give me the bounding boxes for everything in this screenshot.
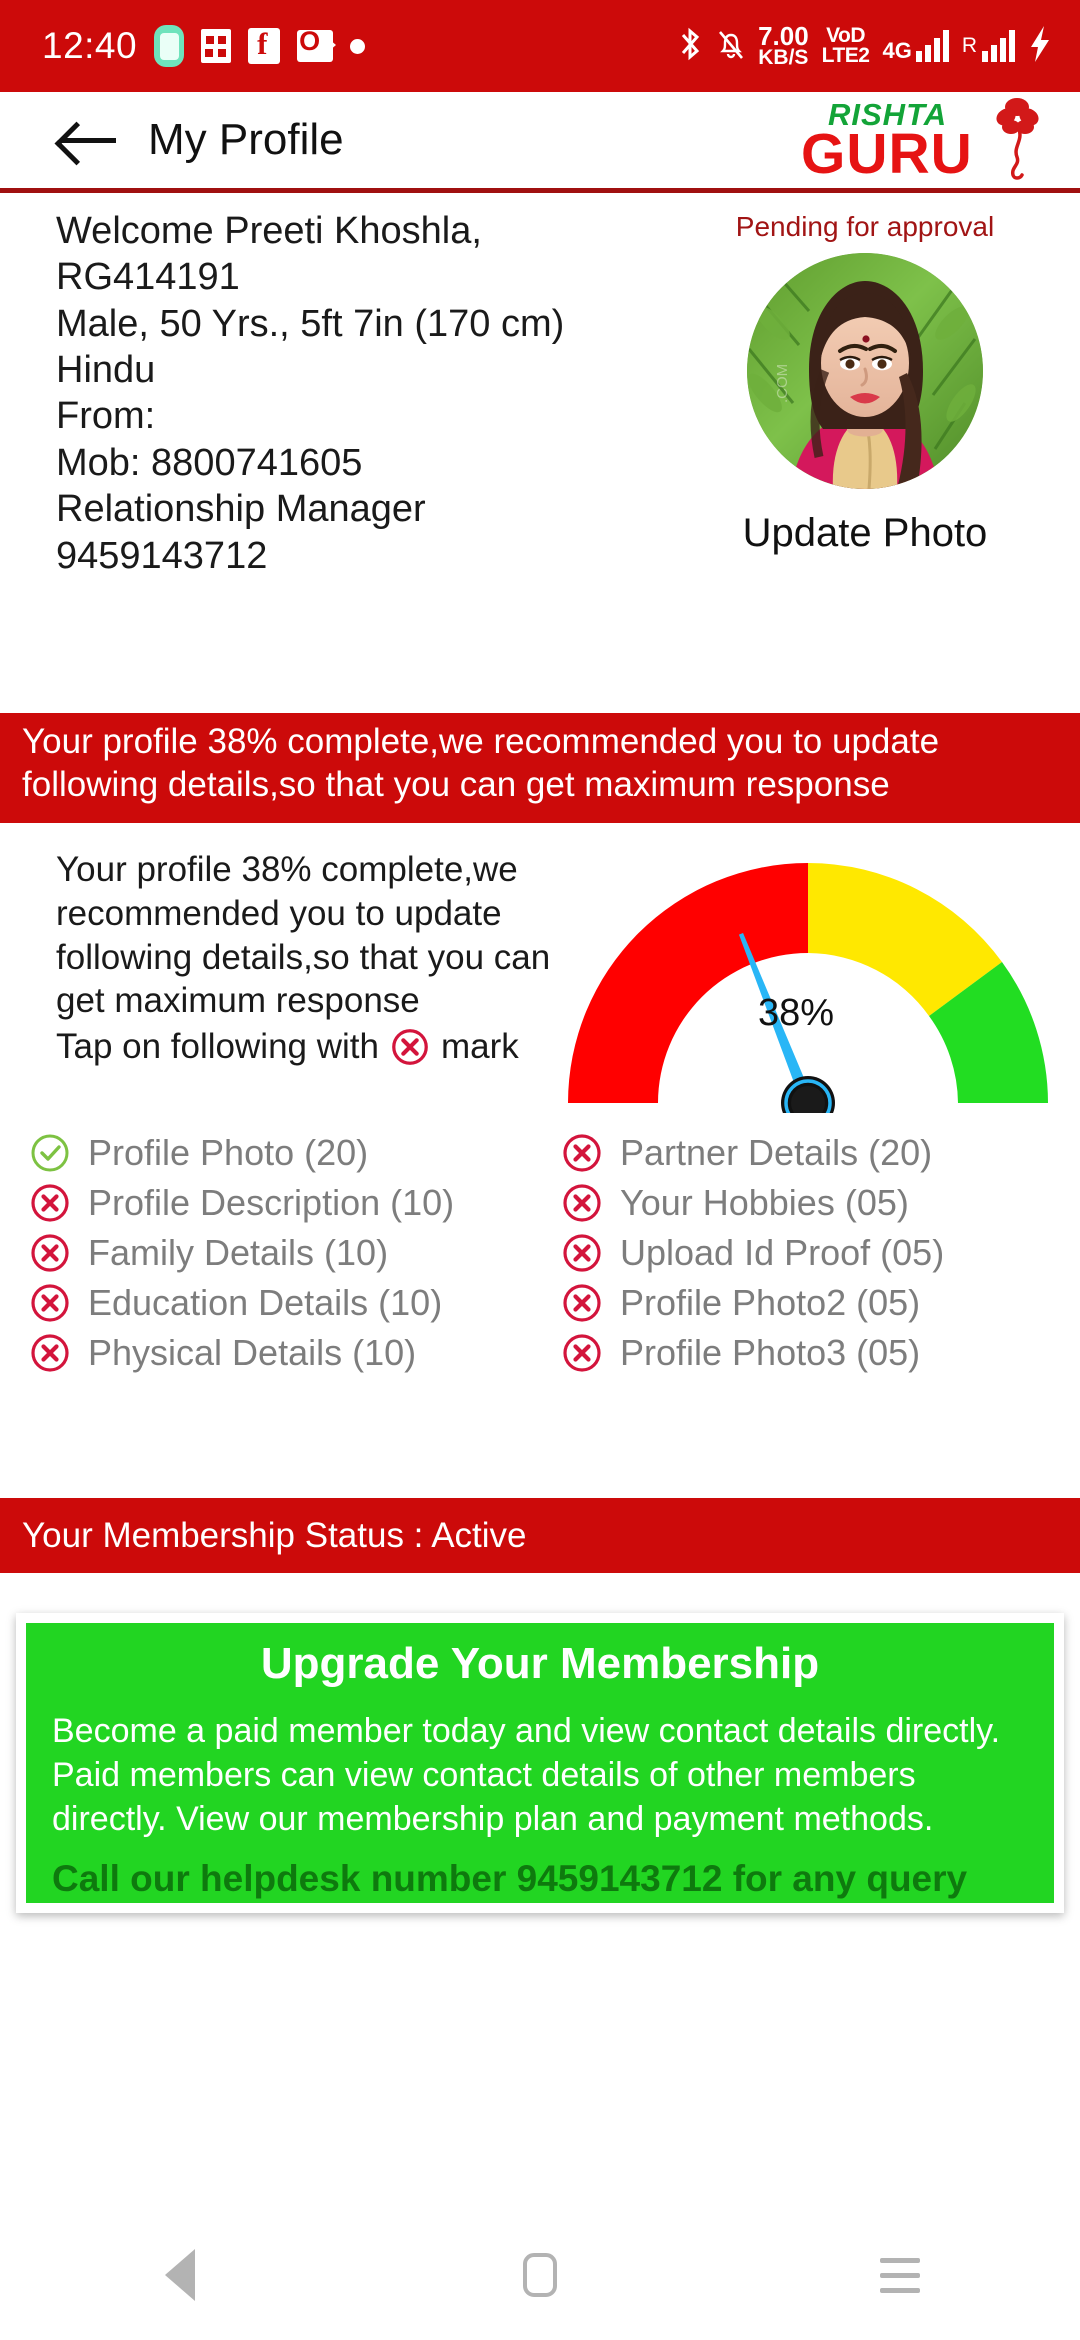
gauge-value-label: 38% <box>758 992 835 1034</box>
nav-recents-button[interactable] <box>820 2210 980 2340</box>
checklist-item-profile-photo3[interactable]: Profile Photo3 (05) <box>540 1328 1080 1378</box>
volte-icon: VoD LTE2 <box>821 24 870 67</box>
upgrade-card-helpdesk: Call our helpdesk number 9459143712 for … <box>52 1857 968 1899</box>
data-rate-indicator: 7.00 KB/S <box>758 20 809 70</box>
checklist-item-label: Profile Photo2 (05) <box>620 1282 921 1323</box>
roaming-signal-icon: R <box>962 30 1015 62</box>
banner-text: Your profile 38% complete,we recommended… <box>22 722 940 804</box>
profile-line-religion: Hindu <box>56 349 156 392</box>
checklist-item-profile-photo2[interactable]: Profile Photo2 (05) <box>540 1278 1080 1328</box>
profile-line-rm-number: 9459143712 <box>56 534 268 577</box>
status-bar-right: 7.00 KB/S VoD LTE2 4G R <box>676 20 1052 70</box>
logo-text-guru: GURU <box>801 122 973 186</box>
checklist-item-partner-details[interactable]: Partner Details (20) <box>540 1128 1080 1178</box>
checklist-item-physical-details[interactable]: Physical Details (10) <box>0 1328 540 1378</box>
profile-completion-banner: Your profile 38% complete,we recommended… <box>0 713 1080 823</box>
checklist-item-family-details[interactable]: Family Details (10) <box>0 1228 540 1278</box>
update-photo-button[interactable]: Update Photo <box>700 511 1030 556</box>
checklist-item-profile-description[interactable]: Profile Description (10) <box>0 1178 540 1228</box>
charging-bolt-icon <box>1028 25 1052 67</box>
profile-details-text: Welcome Preeti Khoshla, RG414191 Male, 5… <box>56 208 676 579</box>
membership-status-text: Your Membership Status : Active <box>22 1515 527 1555</box>
back-arrow-icon[interactable] <box>60 118 118 162</box>
recents-lines-icon <box>880 2257 920 2293</box>
avatar[interactable]: .COM <box>747 253 983 489</box>
silent-bell-icon <box>717 27 745 66</box>
profile-summary-section: Welcome Preeti Khoshla, RG414191 Male, 5… <box>0 193 1080 713</box>
tap-instruction-suffix: mark <box>440 1027 519 1066</box>
upgrade-card-title: Upgrade Your Membership <box>260 1639 820 1688</box>
checklist-item-label: Family Details (10) <box>88 1232 389 1273</box>
upgrade-card-body: Become a paid member today and view cont… <box>52 1712 1001 1839</box>
network-type-indicator: 4G <box>882 30 949 62</box>
completion-description: Your profile 38% complete,we recommended… <box>56 848 566 1069</box>
profile-line-basic: Male, 50 Yrs., 5ft 7in (170 cm) <box>56 302 565 345</box>
completion-gauge-chart: 38% <box>558 845 1058 1115</box>
membership-status-bar: Your Membership Status : Active <box>0 1498 1080 1573</box>
hibiscus-flower-icon <box>989 93 1045 181</box>
page-title: My Profile <box>148 115 344 164</box>
cross-circle-icon <box>28 1331 72 1375</box>
checklist-item-label: Education Details (10) <box>88 1282 443 1323</box>
checklist-item-label: Profile Description (10) <box>88 1182 455 1223</box>
cross-circle-icon <box>560 1181 604 1225</box>
checklist-item-label: Partner Details (20) <box>620 1132 933 1173</box>
checklist-item-education-details[interactable]: Education Details (10) <box>0 1278 540 1328</box>
battery-saver-icon <box>154 25 185 67</box>
photo-approval-status: Pending for approval <box>735 211 995 242</box>
profile-line-welcome: Welcome Preeti Khoshla, <box>56 210 482 252</box>
system-navigation-bar <box>0 2210 1080 2340</box>
cross-circle-icon <box>28 1281 72 1325</box>
profile-line-from: From: <box>56 395 156 438</box>
header-left-group: My Profile <box>60 115 344 165</box>
checklist-item-upload-id-proof[interactable]: Upload Id Proof (05) <box>540 1228 1080 1278</box>
checklist-item-label: Your Hobbies (05) <box>620 1182 909 1223</box>
cross-circle-icon <box>28 1181 72 1225</box>
completion-checklist: Profile Photo (20) Partner Details (20) … <box>0 1128 1080 1378</box>
status-bar: 12:40 7.00 KB/S VoD <box>0 0 1080 92</box>
nav-back-button[interactable] <box>100 2210 260 2340</box>
checklist-item-your-hobbies[interactable]: Your Hobbies (05) <box>540 1178 1080 1228</box>
app-logo: RISHTA GURU <box>800 93 1050 186</box>
completion-description-text: Your profile 38% complete,we recommended… <box>56 850 551 1021</box>
cross-circle-icon <box>389 1026 431 1068</box>
check-circle-icon <box>28 1131 72 1175</box>
status-bar-left: 12:40 <box>42 25 366 67</box>
back-triangle-icon <box>165 2249 195 2301</box>
tap-instruction: Tap on following with mark <box>56 1025 566 1069</box>
avatar-image: .COM <box>747 253 983 489</box>
app-header: My Profile RISHTA GURU <box>0 92 1080 188</box>
checklist-item-profile-photo[interactable]: Profile Photo (20) <box>0 1128 540 1178</box>
nav-home-button[interactable] <box>460 2210 620 2340</box>
svg-text:.COM: .COM <box>774 364 791 403</box>
calculator-icon <box>201 29 232 63</box>
checklist-item-label: Profile Photo3 (05) <box>620 1332 921 1373</box>
cross-circle-icon <box>560 1331 604 1375</box>
cross-circle-icon <box>560 1281 604 1325</box>
outlook-icon <box>297 26 337 62</box>
facebook-icon <box>248 26 281 64</box>
profile-line-mobile: Mob: 8800741605 <box>56 441 363 484</box>
cross-circle-icon <box>28 1231 72 1275</box>
status-bar-clock: 12:40 <box>42 25 138 66</box>
app-screen: 12:40 7.00 KB/S VoD <box>0 0 1080 2340</box>
upgrade-card-inner: Upgrade Your Membership Become a paid me… <box>26 1623 1054 1903</box>
home-pill-icon <box>523 2253 557 2297</box>
dot-icon <box>350 38 366 54</box>
bluetooth-icon <box>676 26 704 67</box>
profile-completion-section: Your profile 38% complete,we recommended… <box>0 823 1080 1498</box>
profile-line-id: RG414191 <box>56 256 240 299</box>
checklist-item-label: Upload Id Proof (05) <box>620 1232 945 1273</box>
cross-circle-icon <box>560 1131 604 1175</box>
gauge-svg <box>568 863 1048 1113</box>
profile-line-rm-label: Relationship Manager <box>56 488 426 531</box>
tap-instruction-prefix: Tap on following with <box>56 1027 379 1066</box>
checklist-item-label: Profile Photo (20) <box>88 1132 369 1173</box>
profile-photo-column: Pending for approval .COM Update Photo <box>700 211 1030 556</box>
signal-bars-icon <box>915 30 949 62</box>
upgrade-membership-card[interactable]: Upgrade Your Membership Become a paid me… <box>16 1613 1064 1913</box>
cross-circle-icon <box>560 1231 604 1275</box>
checklist-item-label: Physical Details (10) <box>88 1332 417 1373</box>
